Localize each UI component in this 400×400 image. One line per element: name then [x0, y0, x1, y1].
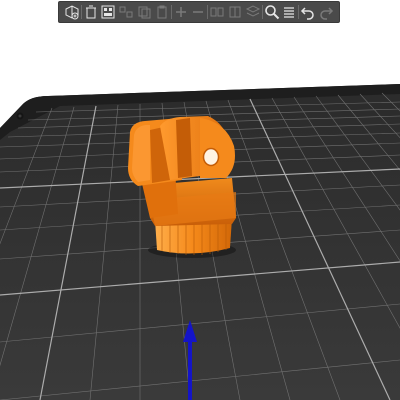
add-object-button[interactable] — [63, 3, 81, 21]
add-instance-icon — [175, 7, 186, 17]
layers-editing-icon — [245, 5, 260, 17]
remove-instance-icon — [193, 11, 204, 13]
paste-button[interactable] — [153, 3, 171, 21]
copy-button[interactable] — [135, 3, 153, 21]
settings-icon — [284, 7, 295, 18]
delete-all-icon — [101, 5, 115, 19]
split-objects-icon — [210, 7, 224, 17]
undo-icon — [301, 7, 314, 20]
layers-editing-button[interactable] — [244, 3, 262, 21]
redo-icon — [320, 7, 334, 20]
redo-button[interactable] — [317, 3, 335, 21]
delete-all-button[interactable] — [100, 3, 118, 21]
undo-button[interactable] — [299, 3, 317, 21]
split-parts-icon — [229, 6, 241, 18]
split-objects-button[interactable] — [208, 3, 226, 21]
remove-instance-button[interactable] — [190, 3, 208, 21]
search-icon — [264, 5, 279, 20]
arrange-button[interactable] — [117, 3, 135, 21]
add-instance-button[interactable] — [172, 3, 190, 21]
3d-viewport[interactable] — [0, 0, 400, 400]
top-toolbar — [58, 1, 340, 23]
delete-icon — [85, 5, 96, 19]
paste-icon — [157, 5, 167, 19]
split-parts-button[interactable] — [226, 3, 244, 21]
delete-button[interactable] — [82, 3, 100, 21]
copy-icon — [138, 6, 151, 19]
search-button[interactable] — [263, 3, 281, 21]
arrange-icon — [119, 6, 133, 18]
add-object-icon — [65, 5, 79, 20]
settings-button[interactable] — [281, 3, 299, 21]
